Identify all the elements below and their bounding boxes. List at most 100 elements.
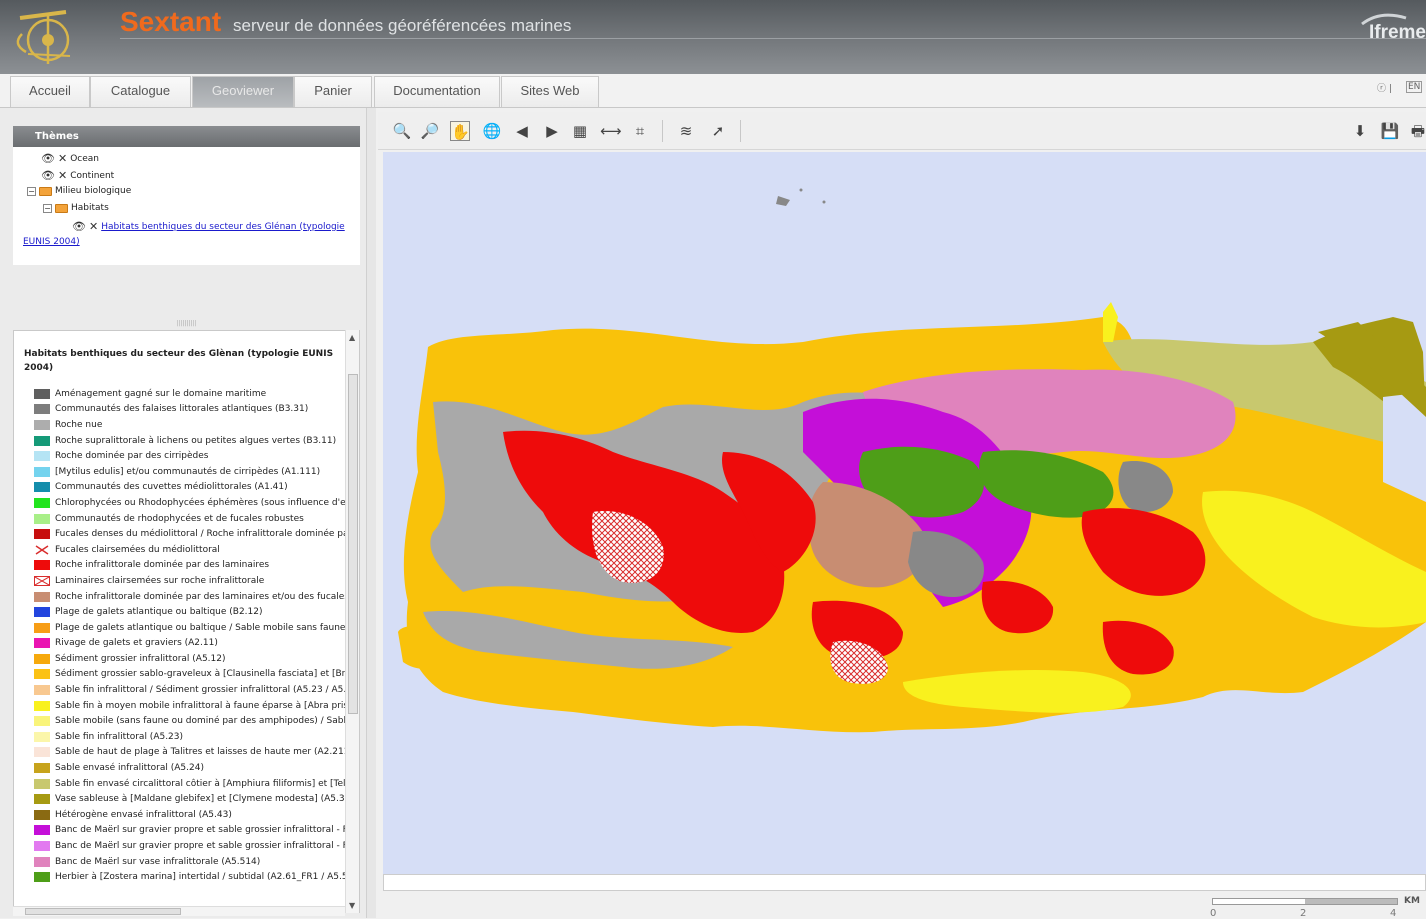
map-viewport[interactable]	[383, 152, 1426, 874]
left-panel: Thèmes 👁 ✕ Ocean 👁 ✕ Continent − Milieu …	[0, 108, 372, 918]
layer-link[interactable]: Habitats benthiques du secteur des Gléna…	[101, 222, 345, 232]
legend-label: Sable envasé infralittoral (A5.24)	[55, 763, 204, 774]
legend-swatch	[34, 545, 50, 555]
vertical-splitter[interactable]	[366, 108, 376, 918]
map-islet	[799, 188, 803, 192]
tab-accueil[interactable]: Accueil	[10, 76, 90, 107]
collapse-toggle-icon[interactable]: −	[27, 186, 36, 196]
legend-label: Sable fin infralittoral (A5.23)	[55, 731, 184, 742]
tab-sites-web[interactable]: Sites Web	[501, 76, 599, 107]
tree-item-milieu-biologique[interactable]: − Milieu biologique	[27, 186, 131, 196]
legend-item: Roche nue	[34, 417, 346, 433]
pan-hand-icon[interactable]: ✋	[450, 121, 470, 141]
tree-item-ocean[interactable]: 👁 ✕ Ocean	[41, 152, 99, 165]
tab-catalogue[interactable]: Catalogue	[90, 76, 191, 107]
visibility-eye-icon[interactable]: 👁	[41, 152, 55, 165]
themes-panel-title: Thèmes	[13, 126, 360, 147]
layer-tools-icon[interactable]: ✕	[58, 169, 67, 182]
legend-label: Fucales clairsemées du médiolittoral	[55, 544, 220, 555]
tree-label: Continent	[70, 170, 115, 181]
tree-item-habitats[interactable]: − Habitats	[43, 203, 109, 213]
legend-swatch	[34, 669, 50, 680]
measure-area-icon[interactable]: ⌗	[630, 121, 650, 141]
app-header: Sextant serveur de données géoréférencée…	[0, 0, 1426, 74]
legend-item: Communautés des falaises littorales atla…	[34, 402, 346, 418]
habitat-map[interactable]	[383, 152, 1426, 874]
legend-item: Fucales clairsemées du médiolittoral	[34, 542, 346, 558]
legend-item: Banc de Maërl sur vase infralittorale (A…	[34, 854, 346, 870]
legend-item: Laminaires clairsemées sur roche infrali…	[34, 573, 346, 589]
zoom-out-icon[interactable]: 🔎	[420, 121, 440, 141]
print-icon[interactable]: 🖶	[1408, 121, 1426, 141]
download-icon[interactable]: ⬇	[1350, 121, 1370, 141]
layer-tools-icon[interactable]: ✕	[58, 152, 67, 165]
legend-horizontal-scrollbar[interactable]	[13, 906, 345, 916]
legend-swatch	[34, 856, 50, 867]
layer-link[interactable]: EUNIS 2004)	[23, 237, 80, 247]
tree-item-glenan-layer[interactable]: 👁 ✕ Habitats benthiques du secteur des G…	[72, 220, 345, 233]
tree-label: Ocean	[70, 153, 99, 164]
layer-stack-icon[interactable]: ≋	[676, 121, 696, 141]
legend-item: Hétérogène envasé infralittoral (A5.43)	[34, 807, 346, 823]
legend-item: Chlorophycées ou Rhodophycées éphémères …	[34, 495, 346, 511]
legend-label: Rivage de galets et graviers (A2.11)	[55, 638, 218, 649]
legend-item: Roche dominée par des cirripèdes	[34, 448, 346, 464]
tab-documentation[interactable]: Documentation	[374, 76, 500, 107]
full-extent-icon[interactable]: 🌐	[482, 121, 502, 141]
tab-panier[interactable]: Panier	[294, 76, 372, 107]
legend-swatch	[34, 419, 50, 430]
legend-item: Roche infralittorale dominée par des lam…	[34, 589, 346, 605]
legend-label: Roche supralittorale à lichens ou petite…	[55, 435, 337, 446]
scroll-down-arrow-icon[interactable]: ▼	[349, 901, 355, 910]
scroll-up-arrow-icon[interactable]: ▲	[349, 333, 355, 342]
legend-label: Sable fin à moyen mobile infralittoral à…	[55, 700, 346, 711]
legend-item: Sable mobile (sans faune ou dominé par d…	[34, 713, 346, 729]
brand-title: Sextant	[120, 6, 222, 37]
toolbar-separator	[740, 120, 741, 142]
legend-label: Laminaires clairsemées sur roche infrali…	[55, 575, 265, 586]
rss-icon[interactable]: ⓡ |	[1377, 81, 1392, 94]
scrollbar-thumb[interactable]	[25, 908, 181, 915]
legend-item: Aménagement gagné sur le domaine maritim…	[34, 386, 346, 402]
scale-tick: 0	[1210, 908, 1217, 919]
grid-icon[interactable]: ▦	[570, 121, 590, 141]
legend-vertical-scrollbar[interactable]: ▲ ▼	[345, 330, 359, 913]
save-icon[interactable]: 💾	[1380, 121, 1400, 141]
legend-item: Sable de haut de plage à Talitres et lai…	[34, 745, 346, 761]
zoom-in-icon[interactable]: 🔍	[392, 121, 412, 141]
legend-title: Habitats benthiques du secteur des Glèna…	[24, 349, 334, 373]
legend-swatch	[34, 404, 50, 415]
legend-item: Herbier à [Zostera marina] intertidal / …	[34, 869, 346, 885]
legend-item: Vase sableuse à [Maldane glebifex] et [C…	[34, 791, 346, 807]
info-pointer-icon[interactable]: ➚	[708, 121, 728, 141]
legend-swatch	[34, 638, 50, 649]
folder-open-icon	[39, 186, 52, 196]
legend-swatch	[34, 872, 50, 883]
legend-label: Roche infralittorale dominée par des lam…	[55, 591, 346, 602]
tab-geoviewer[interactable]: Geoviewer	[192, 76, 294, 107]
scrollbar-thumb[interactable]	[348, 374, 358, 714]
scale-tick: 2	[1300, 908, 1307, 919]
brand-tagline: serveur de données géoréférencées marine…	[233, 16, 572, 35]
legend-label: Aménagement gagné sur le domaine maritim…	[55, 388, 267, 399]
legend-swatch	[34, 778, 50, 789]
toolbar-separator	[662, 120, 663, 142]
legend-item: Sable fin infralittoral / Sédiment gross…	[34, 682, 346, 698]
measure-distance-icon[interactable]: ⟷	[600, 121, 622, 141]
tree-item-glenan-layer-cont[interactable]: EUNIS 2004)	[23, 237, 80, 247]
tree-item-continent[interactable]: 👁 ✕ Continent	[41, 169, 114, 182]
sextant-logo-icon[interactable]	[8, 4, 84, 68]
panel-splitter[interactable]: ||||||||||	[13, 320, 360, 327]
legend-item: Communautés de rhodophycées et de fucale…	[34, 511, 346, 527]
language-switch[interactable]: EN	[1406, 81, 1423, 93]
layer-tools-icon[interactable]: ✕	[89, 220, 98, 233]
legend-swatch	[34, 466, 50, 477]
legend-item: Banc de Maërl sur gravier propre et sabl…	[34, 823, 346, 839]
visibility-eye-icon[interactable]: 👁	[72, 220, 86, 233]
legend-label: Fucales denses du médiolittoral / Roche …	[55, 529, 346, 540]
legend-swatch	[34, 513, 50, 524]
next-extent-icon[interactable]: ▶	[542, 121, 562, 141]
visibility-eye-icon[interactable]: 👁	[41, 169, 55, 182]
previous-extent-icon[interactable]: ◀	[512, 121, 532, 141]
collapse-toggle-icon[interactable]: −	[43, 203, 52, 213]
